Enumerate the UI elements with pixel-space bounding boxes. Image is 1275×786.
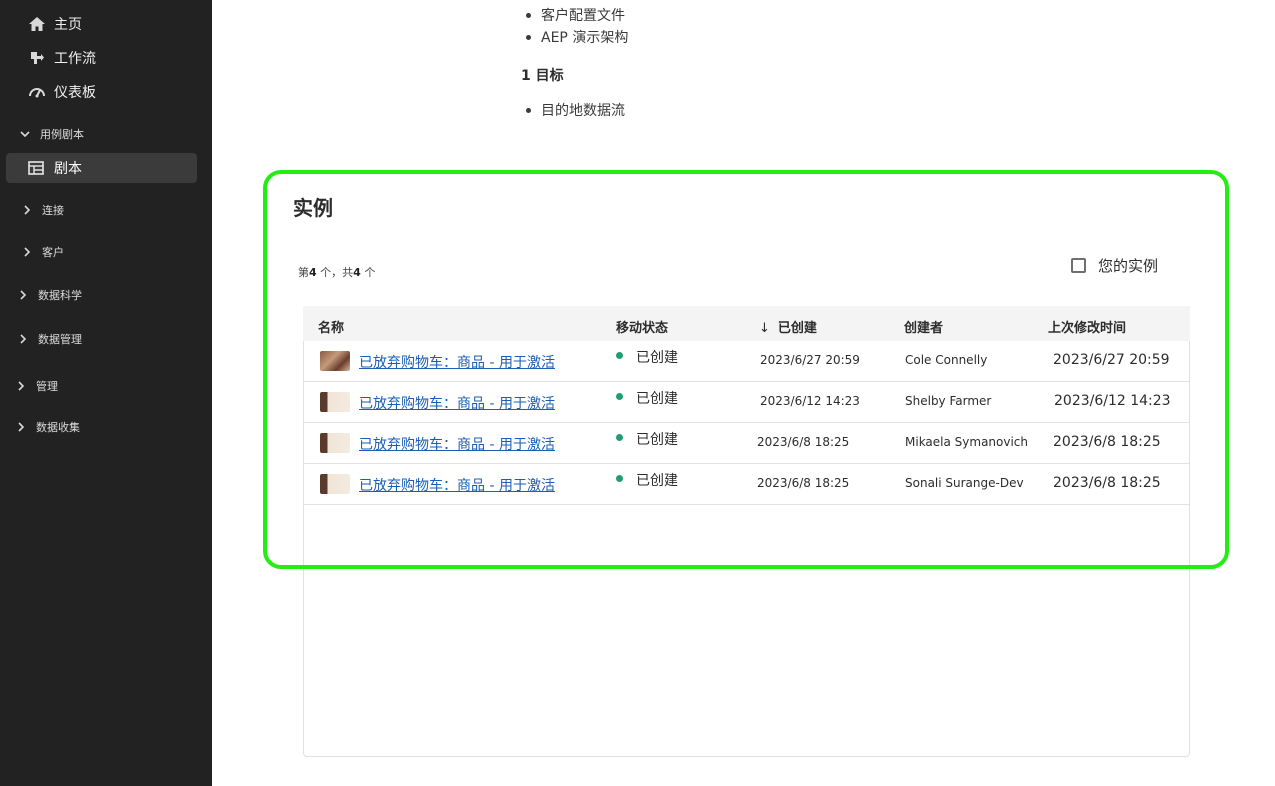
chevron-right-icon <box>24 247 31 257</box>
nav-dashboards[interactable]: 仪表板 <box>28 82 96 102</box>
section-data-science-label: 数据科学 <box>38 289 82 302</box>
section-playbooks-label: 用例剧本 <box>40 128 84 141</box>
section-data-collection-label: 数据收集 <box>36 421 80 434</box>
playbook-icon <box>28 161 44 175</box>
sidebar-item-playbooks-label: 剧本 <box>54 161 82 177</box>
workflow-icon <box>31 52 44 64</box>
nav-home[interactable]: 主页 <box>28 14 82 34</box>
chevron-right-icon <box>18 381 25 391</box>
nav-dashboards-label: 仪表板 <box>54 85 96 101</box>
chevron-right-icon <box>24 205 31 215</box>
section-playbooks[interactable]: 用例剧本 <box>20 126 84 142</box>
section-connections-label: 连接 <box>42 204 64 217</box>
list-item: 客户配置文件 <box>526 5 625 25</box>
chevron-down-icon <box>20 131 30 138</box>
section-data-management[interactable]: 数据管理 <box>18 331 82 347</box>
section-data-collection[interactable]: 数据收集 <box>16 419 80 435</box>
bullet-dot <box>526 34 531 40</box>
list-item: 目的地数据流 <box>526 100 625 120</box>
chevron-right-icon <box>20 290 27 300</box>
nav-home-label: 主页 <box>54 17 82 33</box>
chevron-right-icon <box>18 422 25 432</box>
section-customer-label: 客户 <box>42 246 64 259</box>
sidebar: 主页 工作流 仪表板 用例剧本 剧本 连接 客户 数据科学 数据管理 管理 数据… <box>0 0 212 786</box>
section-data-science[interactable]: 数据科学 <box>18 287 82 303</box>
nav-workflows[interactable]: 工作流 <box>28 48 96 68</box>
section-administration[interactable]: 管理 <box>16 378 58 394</box>
home-icon <box>29 17 45 31</box>
list-item-text: 目的地数据流 <box>541 103 625 119</box>
section-customer[interactable]: 客户 <box>22 244 64 260</box>
list-item-text: 客户配置文件 <box>541 8 625 24</box>
list-item: AEP 演示架构 <box>526 27 628 47</box>
destinations-heading: 1 目标 <box>521 68 564 84</box>
section-data-management-label: 数据管理 <box>38 333 82 346</box>
section-administration-label: 管理 <box>36 380 58 393</box>
list-item-text: AEP 演示架构 <box>541 30 629 46</box>
sidebar-item-playbooks[interactable]: 剧本 <box>6 153 197 183</box>
section-connections[interactable]: 连接 <box>22 202 64 218</box>
dashboard-icon <box>29 88 45 98</box>
bullet-dot <box>526 12 531 18</box>
bullet-dot <box>526 107 531 113</box>
nav-workflows-label: 工作流 <box>54 51 96 67</box>
highlight-frame <box>263 170 1229 569</box>
chevron-right-icon <box>20 334 27 344</box>
